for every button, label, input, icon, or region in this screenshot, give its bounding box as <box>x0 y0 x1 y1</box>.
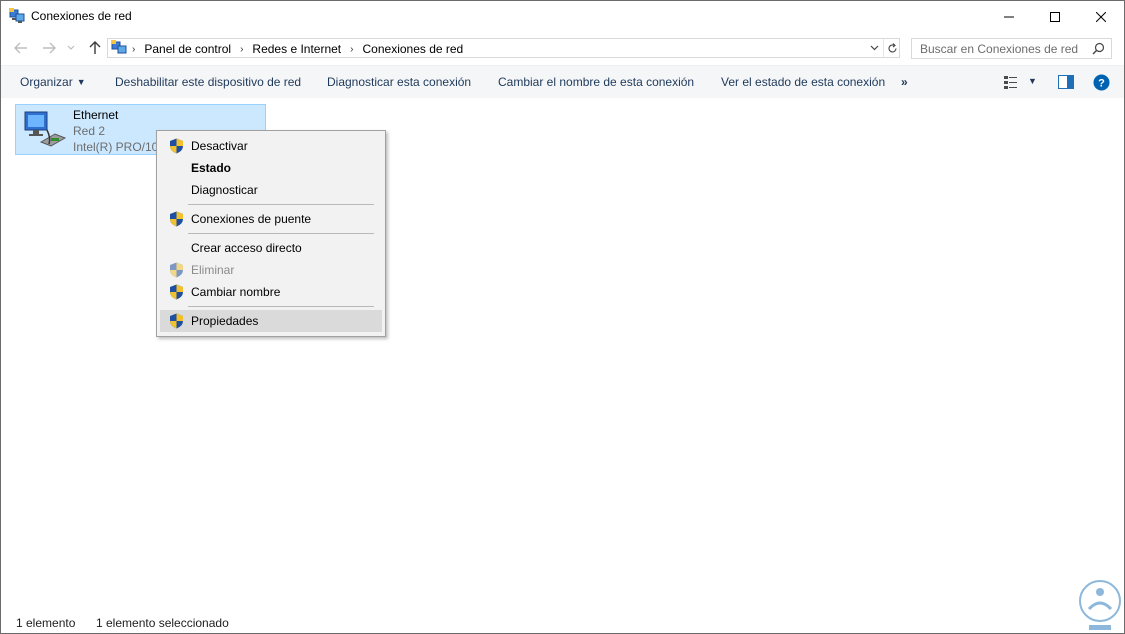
command-bar: Organizar ▼ Deshabilitar este dispositivo… <box>1 65 1124 99</box>
disable-device-button[interactable]: Deshabilitar este dispositivo de red <box>115 75 301 89</box>
uac-shield-icon <box>170 211 183 227</box>
address-bar[interactable]: › Panel de control › Redes e Internet › … <box>107 38 900 58</box>
menu-item-propiedades[interactable]: Propiedades <box>160 310 382 332</box>
search-input[interactable]: Buscar en Conexiones de red <box>911 38 1112 59</box>
window-title: Conexiones de red <box>31 9 132 23</box>
chevron-right-icon[interactable]: › <box>240 44 243 55</box>
menu-item-label: Estado <box>191 161 232 175</box>
minimize-icon <box>1004 16 1014 17</box>
item-count: 1 elemento <box>16 616 76 630</box>
network-connections-icon <box>9 8 25 23</box>
refresh-icon <box>887 42 897 52</box>
context-menu: Desactivar Estado Diagnosticar Conexione… <box>156 130 386 337</box>
diagnose-button[interactable]: Diagnosticar esta conexión <box>327 75 471 89</box>
network-connections-icon <box>111 40 127 54</box>
menu-item-label: Desactivar <box>191 139 248 153</box>
forward-arrow-icon <box>43 42 56 54</box>
back-arrow-icon <box>14 42 27 54</box>
menu-item-label: Diagnosticar <box>191 183 258 197</box>
maximize-icon <box>1050 11 1060 22</box>
menu-item-estado[interactable]: Estado <box>160 157 382 179</box>
chevron-down-icon <box>870 45 878 51</box>
rename-button[interactable]: Cambiar el nombre de esta conexión <box>498 75 694 89</box>
search-placeholder: Buscar en Conexiones de red <box>920 42 1079 56</box>
forward-button[interactable] <box>39 40 59 56</box>
back-button[interactable] <box>11 40 31 56</box>
menu-separator <box>188 204 374 205</box>
status-bar: 1 elemento 1 elemento seleccionado <box>1 611 1124 633</box>
maximize-button[interactable] <box>1032 1 1078 32</box>
site-logo-icon <box>1079 580 1121 630</box>
minimize-button[interactable] <box>986 1 1032 32</box>
refresh-button[interactable] <box>883 39 900 57</box>
menu-separator <box>188 233 374 234</box>
menu-item-desactivar[interactable]: Desactivar <box>160 135 382 157</box>
connection-name: Ethernet <box>73 108 119 122</box>
close-icon <box>1096 11 1106 22</box>
preview-pane-icon[interactable] <box>1058 75 1074 89</box>
organize-label: Organizar <box>20 75 73 89</box>
uac-shield-icon <box>170 262 183 278</box>
breadcrumb-item[interactable]: Conexiones de red <box>363 42 464 56</box>
connection-network: Red 2 <box>73 124 106 138</box>
network-adapter-icon <box>24 111 67 147</box>
menu-item-label: Cambiar nombre <box>191 285 281 299</box>
organize-button[interactable]: Organizar ▼ <box>20 75 86 89</box>
view-options-caret-icon[interactable]: ▼ <box>1028 76 1037 86</box>
menu-item-crear-acceso-directo[interactable]: Crear acceso directo <box>160 237 382 259</box>
menu-separator <box>188 306 374 307</box>
uac-shield-icon <box>170 313 183 329</box>
breadcrumb-item[interactable]: Panel de control <box>144 42 231 56</box>
more-commands-button[interactable]: » <box>901 75 908 89</box>
menu-item-label: Conexiones de puente <box>191 212 312 226</box>
search-icon[interactable] <box>1092 42 1105 55</box>
menu-item-cambiar-nombre[interactable]: Cambiar nombre <box>160 281 382 303</box>
breadcrumb: › Panel de control › Redes e Internet › … <box>132 42 472 56</box>
selection-count: 1 elemento seleccionado <box>96 616 229 630</box>
recent-locations-button[interactable] <box>64 40 78 56</box>
view-status-button[interactable]: Ver el estado de esta conexión <box>721 75 885 89</box>
close-button[interactable] <box>1078 1 1124 32</box>
menu-item-eliminar[interactable]: Eliminar <box>160 259 382 281</box>
menu-item-diagnosticar[interactable]: Diagnosticar <box>160 179 382 201</box>
up-button[interactable] <box>85 40 105 56</box>
svg-text:?: ? <box>1098 78 1105 90</box>
menu-item-label: Crear acceso directo <box>191 241 302 255</box>
up-arrow-icon <box>89 41 101 54</box>
change-view-icon[interactable] <box>1004 75 1018 89</box>
breadcrumb-item[interactable]: Redes e Internet <box>252 42 341 56</box>
chevron-right-icon[interactable]: › <box>132 44 135 55</box>
menu-item-conexiones-de-puente[interactable]: Conexiones de puente <box>160 208 382 230</box>
help-icon[interactable]: ? <box>1093 74 1110 91</box>
connection-device: Intel(R) PRO/100 <box>73 140 166 154</box>
menu-item-label: Propiedades <box>191 314 259 328</box>
chevron-right-icon[interactable]: › <box>350 44 353 55</box>
chevron-down-icon <box>67 45 75 50</box>
address-history-button[interactable] <box>866 39 882 57</box>
caret-down-icon: ▼ <box>76 77 86 87</box>
menu-item-label: Eliminar <box>191 263 235 277</box>
title-bar: Conexiones de red <box>1 1 1124 32</box>
uac-shield-icon <box>170 138 183 154</box>
uac-shield-icon <box>170 284 183 300</box>
